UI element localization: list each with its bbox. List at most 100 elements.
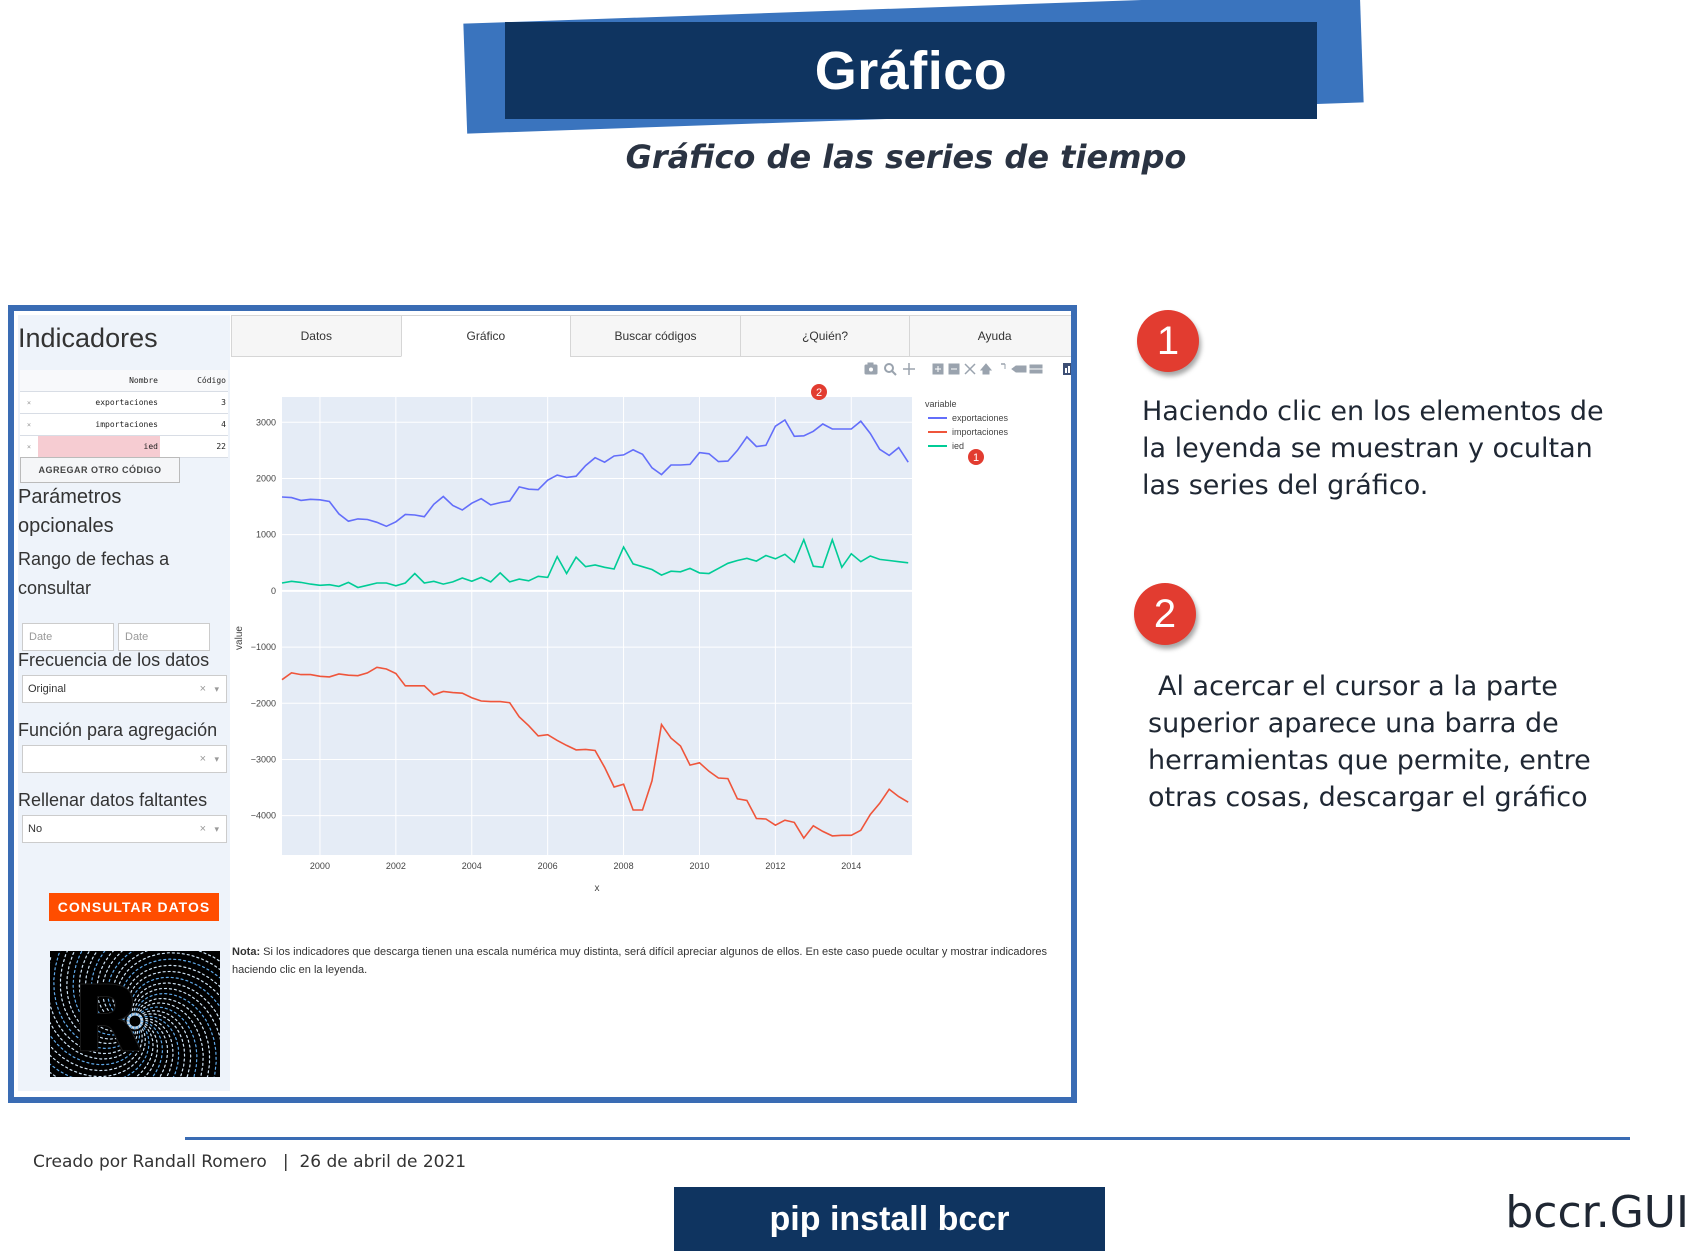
tab-buscar-codigos[interactable]: Buscar códigos <box>570 315 741 357</box>
x-tick-label: 2008 <box>614 861 634 871</box>
legend-label[interactable]: importaciones <box>952 427 1009 437</box>
chevron-down-icon[interactable]: ▾ <box>214 754 219 765</box>
cell-nombre[interactable]: importaciones <box>38 413 160 436</box>
plotly-logo-icon[interactable] <box>1063 363 1075 375</box>
app-screenshot: Indicadores Nombre Código × exportacione… <box>8 305 1077 1103</box>
reset-axes-icon[interactable] <box>979 363 993 375</box>
remove-row-button[interactable]: × <box>20 413 38 436</box>
y-tick-label: −1000 <box>251 642 276 652</box>
pan-icon[interactable] <box>903 363 915 375</box>
x-tick-label: 2010 <box>689 861 709 871</box>
footer-divider <box>185 1137 1630 1140</box>
hover-closest-icon[interactable] <box>1011 365 1027 373</box>
frequency-select[interactable]: Original × ▾ <box>22 675 227 703</box>
chevron-down-icon[interactable]: ▾ <box>214 824 219 835</box>
tab-bar: Datos Gráfico Buscar códigos ¿Quién? Ayu… <box>231 315 1071 357</box>
clear-icon[interactable]: × <box>200 753 206 765</box>
footer-credit: Creado por Randall Romero | 26 de abril … <box>33 1152 467 1172</box>
y-tick-label: −3000 <box>251 754 276 764</box>
x-tick-label: 2014 <box>841 861 861 871</box>
clear-icon[interactable]: × <box>200 683 206 695</box>
tab-quien[interactable]: ¿Quién? <box>739 315 911 357</box>
tab-datos[interactable]: Datos <box>231 315 402 357</box>
explain-text-2: Al acercar el cursor a la parte superior… <box>1148 671 1591 813</box>
table-row[interactable]: × exportaciones 3 <box>20 391 228 414</box>
pip-install-text: pip install bccr <box>769 1199 1010 1238</box>
remove-row-button[interactable]: × <box>20 435 38 458</box>
aggregation-select[interactable]: × ▾ <box>22 745 227 773</box>
zoom-in-icon[interactable] <box>932 363 944 375</box>
hover-compare-icon[interactable] <box>1029 364 1043 374</box>
indicators-heading: Indicadores <box>18 323 158 353</box>
x-tick-label: 2004 <box>462 861 482 871</box>
y-tick-label: −2000 <box>251 698 276 708</box>
swirl-stroke <box>136 1002 204 1077</box>
legend-item-ied[interactable]: ied <box>928 441 964 451</box>
x-tick-label: 2006 <box>538 861 558 871</box>
query-data-button[interactable]: CONSULTAR DATOS <box>49 893 219 921</box>
pip-install-banner: pip install bccr <box>674 1187 1105 1251</box>
legend-item-importaciones[interactable]: importaciones <box>928 427 1009 437</box>
column-header-codigo[interactable]: Código <box>160 370 228 392</box>
callout-badge-modebar: 2 <box>811 384 827 400</box>
svg-text:2: 2 <box>816 387 822 399</box>
svg-text:R: R <box>72 966 143 1073</box>
y-tick-label: 0 <box>271 586 276 596</box>
cell-codigo[interactable]: 3 <box>160 391 228 414</box>
codes-table: Nombre Código × exportaciones 3 × import… <box>20 370 228 458</box>
tab-ayuda[interactable]: Ayuda <box>909 315 1071 357</box>
remove-row-button[interactable]: × <box>20 391 38 414</box>
explain-text-1: Haciendo clic en los elementos de la ley… <box>1142 396 1604 501</box>
svg-text:1: 1 <box>973 452 979 464</box>
cell-nombre[interactable]: exportaciones <box>38 391 160 414</box>
add-code-button[interactable]: AGREGAR OTRO CÓDIGO <box>20 457 180 483</box>
optional-params-heading: Parámetros opcionales <box>18 486 122 537</box>
y-tick-label: −4000 <box>251 811 276 821</box>
swirl-stroke <box>137 1006 198 1077</box>
date-range-label: Rango de fechas a consultar <box>18 549 170 598</box>
page-title: Gráfico <box>814 40 1008 101</box>
chart-note: Nota: Si los indicadores que descarga ti… <box>232 943 1071 979</box>
step-badge-1: 1 <box>1137 310 1199 372</box>
cell-nombre[interactable]: ied <box>38 435 160 458</box>
zoom-icon[interactable] <box>884 363 897 376</box>
table-header-row: Nombre Código <box>20 370 228 392</box>
y-tick-label: 3000 <box>256 417 276 427</box>
camera-icon[interactable] <box>864 362 878 375</box>
cell-codigo[interactable]: 22 <box>160 435 228 458</box>
legend-item-exportaciones[interactable]: exportaciones <box>928 413 1009 423</box>
x-tick-label: 2012 <box>765 861 785 871</box>
table-row[interactable]: × importaciones 4 <box>20 413 228 436</box>
legend-label[interactable]: ied <box>952 441 964 451</box>
spike-lines-icon[interactable] <box>1001 363 1006 369</box>
table-row[interactable]: × ied 22 <box>20 435 228 458</box>
tab-grafico[interactable]: Gráfico <box>400 315 572 357</box>
chevron-down-icon[interactable]: ▾ <box>214 684 219 695</box>
zoom-out-icon[interactable] <box>948 363 960 375</box>
legend-title: variable <box>925 399 957 409</box>
y-axis-label: value <box>234 626 245 650</box>
plot-modebar <box>864 362 1075 376</box>
x-tick-label: 2000 <box>310 861 330 871</box>
note-text: Si los indicadores que descarga tienen u… <box>232 946 1048 976</box>
frequency-value: Original <box>28 683 66 695</box>
fill-missing-select[interactable]: No × ▾ <box>22 815 227 843</box>
r-logo-image: R <box>50 951 220 1077</box>
x-tick-label: 2002 <box>386 861 406 871</box>
note-bold: Nota: <box>232 946 261 958</box>
legend-label[interactable]: exportaciones <box>952 413 1009 423</box>
page-subtitle: Gráfico de las series de tiempo <box>625 138 1187 176</box>
title-banner: Gráfico <box>505 22 1317 119</box>
y-tick-label: 1000 <box>256 530 276 540</box>
callout-badge-legend: 1 <box>968 449 984 465</box>
fill-missing-value: No <box>28 823 43 835</box>
x-axis-label: x <box>595 883 600 894</box>
autoscale-icon[interactable] <box>964 363 976 375</box>
cell-codigo[interactable]: 4 <box>160 413 228 436</box>
line-chart: 3000 2000 1000 0 −1000 −2000 −3000 −4000 2000 20… <box>234 384 1009 894</box>
clear-icon[interactable]: × <box>200 823 206 835</box>
column-header-nombre[interactable]: Nombre <box>38 370 160 392</box>
frequency-label: Frecuencia de los datos <box>18 650 210 670</box>
swirl-stroke <box>135 997 211 1077</box>
sidebar: Indicadores Nombre Código × exportacione… <box>18 315 230 1091</box>
